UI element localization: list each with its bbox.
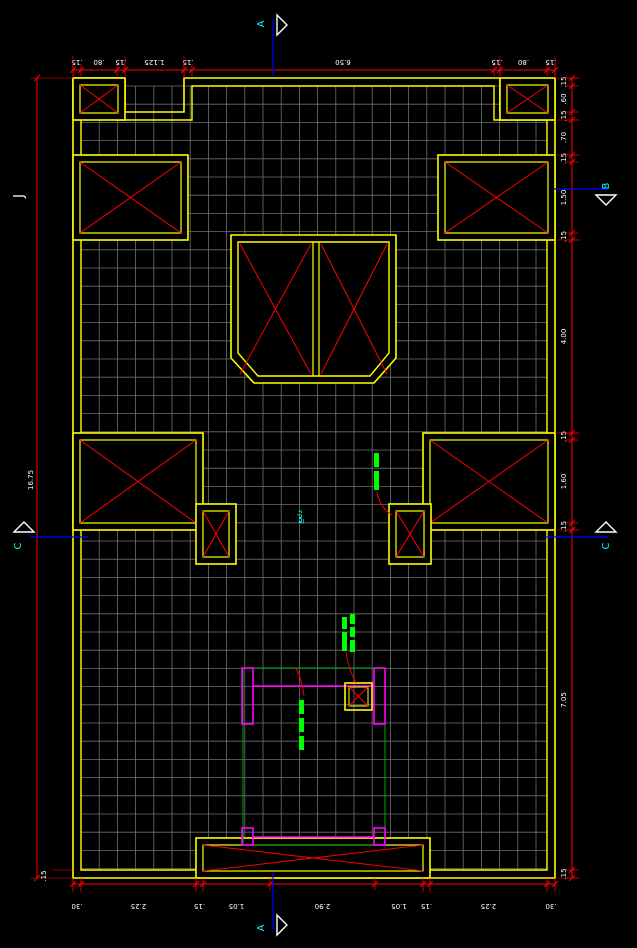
- central-void: [230, 234, 397, 384]
- bottom-dimension-label: .30: [71, 902, 82, 910]
- right-dimension-label: 4.00: [560, 329, 568, 345]
- shaft-small-left: [195, 503, 237, 565]
- bottom-dimension-label: .15: [194, 902, 205, 910]
- shaft-top-left: [72, 77, 126, 121]
- right-dimension-label: .15: [560, 521, 568, 532]
- top-dimension-label: .80: [93, 58, 104, 66]
- section-label-right-upper: B: [601, 182, 612, 189]
- bottom-dimension-label: .15: [421, 902, 432, 910]
- right-dimension-label: .60: [560, 93, 568, 104]
- shaft-upper-right: [437, 154, 556, 241]
- section-label-left-mid: C: [13, 542, 24, 549]
- shaft-mid-right: [422, 432, 556, 531]
- top-dimension-label: .80: [518, 58, 529, 66]
- bottom-dimension-label: .30: [545, 902, 556, 910]
- right-dimension-label: .15: [560, 153, 568, 164]
- floor-plan-drawing: دئعع .15 .80 .15 1.125 .15 6.50 .15 .80 .15 .30 2.…: [0, 0, 637, 948]
- right-dimension-label: .15: [560, 431, 568, 442]
- section-label-bottom: A: [256, 924, 267, 931]
- bottom-dimension-label: 2.25: [481, 902, 497, 910]
- shaft-bottom: [195, 837, 431, 879]
- shaft-upper-left: [72, 154, 189, 241]
- right-dimension-label: 7.05: [560, 692, 568, 708]
- right-dimension-label: .70: [560, 132, 568, 143]
- bottom-dimension-label: 1.05: [391, 902, 407, 910]
- top-dimension-label: .15: [491, 58, 502, 66]
- section-label-top: A: [256, 20, 267, 27]
- right-dimension-label: 1.60: [560, 474, 568, 490]
- bottom-dimension-label: 1.05: [229, 902, 245, 910]
- section-label-right-mid: C: [601, 542, 612, 549]
- shaft-small-right: [388, 503, 432, 565]
- section-label-left-upper: J: [12, 194, 27, 199]
- right-dimension-label: 1.50: [560, 190, 568, 206]
- shaft-top-right: [499, 77, 556, 121]
- right-dimension-label: .15: [560, 231, 568, 242]
- top-dimension-label: 6.50: [335, 58, 351, 66]
- shaft-mid-left: [72, 432, 204, 531]
- bottom-dimension-label: 2.25: [131, 902, 147, 910]
- bottom-dimension-label: 2.90: [315, 902, 331, 910]
- left-dimension-label: .15: [40, 870, 48, 881]
- floor-tile-label: دئعع: [295, 510, 304, 524]
- left-dimension-label: 16.75: [27, 470, 35, 490]
- top-dimension-label: 1.125: [144, 58, 164, 66]
